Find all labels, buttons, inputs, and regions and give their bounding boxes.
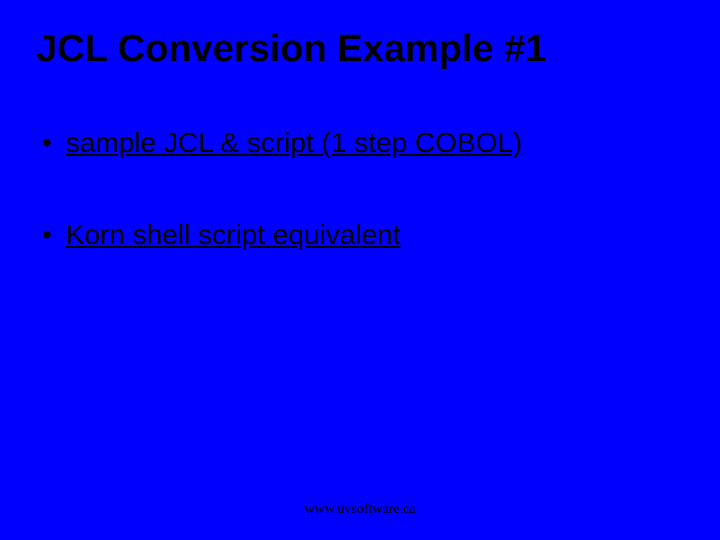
- bullet-dot-icon: •: [42, 217, 52, 253]
- bullet-list: • sample JCL & script (1 step COBOL) • K…: [36, 125, 684, 253]
- bullet-dot-icon: •: [42, 125, 52, 161]
- bullet-text[interactable]: sample JCL & script (1 step COBOL): [66, 125, 522, 161]
- slide-title: JCL Conversion Example #1: [36, 28, 684, 71]
- footer-url: www.uvsoftware.ca: [0, 502, 720, 518]
- slide: JCL Conversion Example #1 • sample JCL &…: [0, 0, 720, 540]
- bullet-text[interactable]: Korn shell script equivalent: [66, 217, 401, 253]
- bullet-item: • Korn shell script equivalent: [42, 217, 684, 253]
- bullet-item: • sample JCL & script (1 step COBOL): [42, 125, 684, 161]
